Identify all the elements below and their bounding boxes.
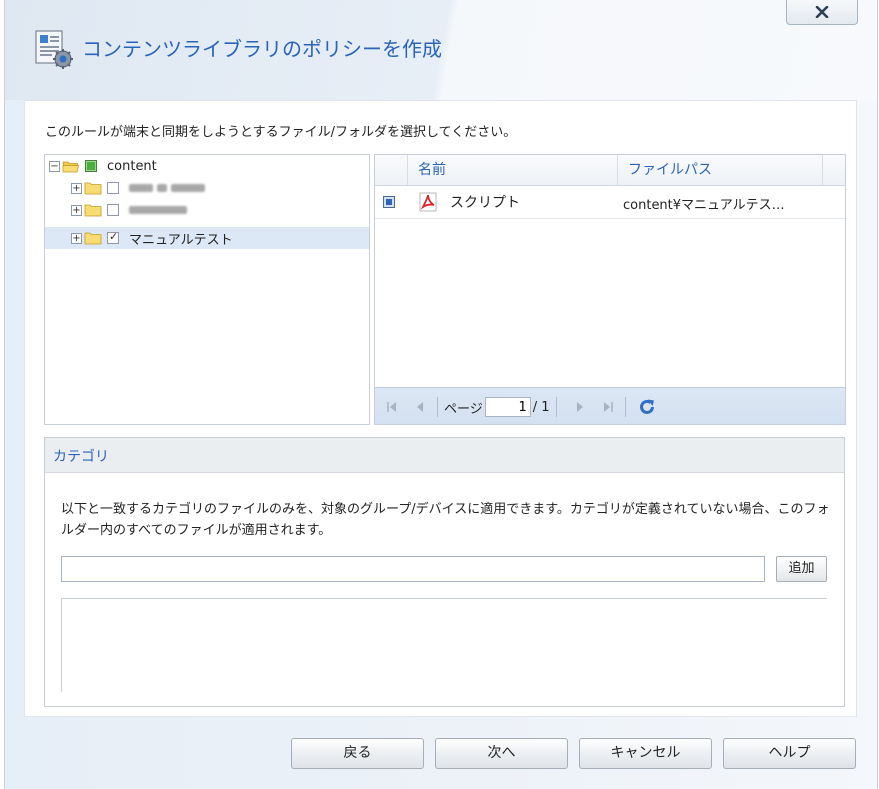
help-button[interactable]: ヘルプ: [723, 738, 856, 769]
file-name: スクリプト: [450, 195, 520, 211]
file-path: content¥マニュアルテス…: [623, 198, 785, 213]
tree-checkbox-root[interactable]: [85, 160, 97, 172]
col-filepath[interactable]: ファイルパス: [618, 155, 823, 185]
pdf-icon: [419, 192, 437, 212]
tree-node-label: マニュアルテスト: [129, 232, 233, 248]
folder-icon: [84, 232, 102, 245]
cancel-button[interactable]: キャンセル: [579, 738, 712, 769]
separator: [437, 397, 438, 417]
grid-header: 名前 ファイルパス: [375, 155, 845, 186]
page-total: / 1: [532, 399, 550, 415]
pager-toolbar: ページ / 1: [375, 387, 845, 424]
collapse-toggle[interactable]: −: [49, 160, 60, 172]
first-page-button[interactable]: [381, 396, 403, 418]
dialog-window: コンテンツライブラリのポリシーを作成 このルールが端末と同期をしようとするファイ…: [4, 0, 878, 789]
back-button[interactable]: 戻る: [291, 738, 424, 769]
refresh-icon: [639, 399, 654, 414]
tree-node-root[interactable]: − content: [49, 155, 369, 177]
table-row[interactable]: スクリプト content¥マニュアルテス…: [375, 186, 845, 219]
expand-toggle[interactable]: +: [71, 182, 82, 194]
folder-icon: [84, 204, 102, 217]
page-label: ページ: [444, 401, 483, 417]
close-button[interactable]: [786, 0, 858, 25]
prev-page-button[interactable]: [409, 396, 431, 418]
tree-checkbox[interactable]: [107, 204, 119, 216]
col-name[interactable]: 名前: [408, 155, 618, 185]
next-page-button[interactable]: [569, 396, 591, 418]
next-page-icon: [576, 402, 583, 412]
last-page-button[interactable]: [597, 396, 619, 418]
category-input[interactable]: [61, 556, 765, 582]
tree-node-child-1[interactable]: +: [71, 177, 369, 199]
folder-open-icon: [62, 161, 80, 173]
category-list[interactable]: [61, 598, 827, 692]
redacted-label: [129, 206, 187, 214]
add-button[interactable]: 追加: [776, 556, 827, 582]
tree-node-child-2[interactable]: +: [71, 199, 369, 221]
file-grid: 名前 ファイルパス スクリプト content¥マニュアルテス… ページ 1 /…: [374, 154, 846, 425]
col-select: [375, 155, 408, 185]
row-checkbox[interactable]: [383, 196, 395, 208]
category-title: カテゴリ: [53, 449, 109, 465]
tree-node-child-3[interactable]: + ✓ マニュアルテスト: [45, 227, 369, 249]
category-panel: カテゴリ 以下と一致するカテゴリのファイルのみを、対象のグループ/デバイスに適用…: [44, 437, 845, 707]
instruction-text: このルールが端末と同期をしようとするファイル/フォルダを選択してください。: [45, 125, 517, 140]
close-icon: [815, 6, 829, 18]
prev-page-icon: [417, 402, 423, 412]
separator: [624, 397, 626, 417]
tree-checkbox[interactable]: [107, 182, 119, 194]
expand-toggle[interactable]: +: [71, 232, 82, 244]
category-header: カテゴリ: [45, 438, 844, 473]
content-area: このルールが端末と同期をしようとするファイル/フォルダを選択してください。 − …: [24, 100, 857, 717]
redacted-label: [129, 184, 205, 192]
folder-tree: − content + + + ✓ マニュアルテスト: [44, 154, 370, 425]
separator: [555, 397, 557, 417]
dialog-title: コンテンツライブラリのポリシーを作成: [82, 37, 442, 61]
tree-node-label: content: [107, 158, 157, 174]
next-button[interactable]: 次へ: [435, 738, 568, 769]
refresh-button[interactable]: [636, 396, 658, 418]
first-page-icon: [387, 402, 396, 412]
tree-checkbox-checked[interactable]: ✓: [107, 230, 119, 244]
last-page-icon: [603, 402, 613, 412]
folder-icon: [84, 182, 102, 195]
policy-settings-icon: [35, 30, 73, 69]
page-number-input[interactable]: [484, 397, 531, 417]
category-description: 以下と一致するカテゴリのファイルのみを、対象のグループ/デバイスに適用できます。…: [61, 502, 830, 538]
expand-toggle[interactable]: +: [71, 204, 82, 216]
